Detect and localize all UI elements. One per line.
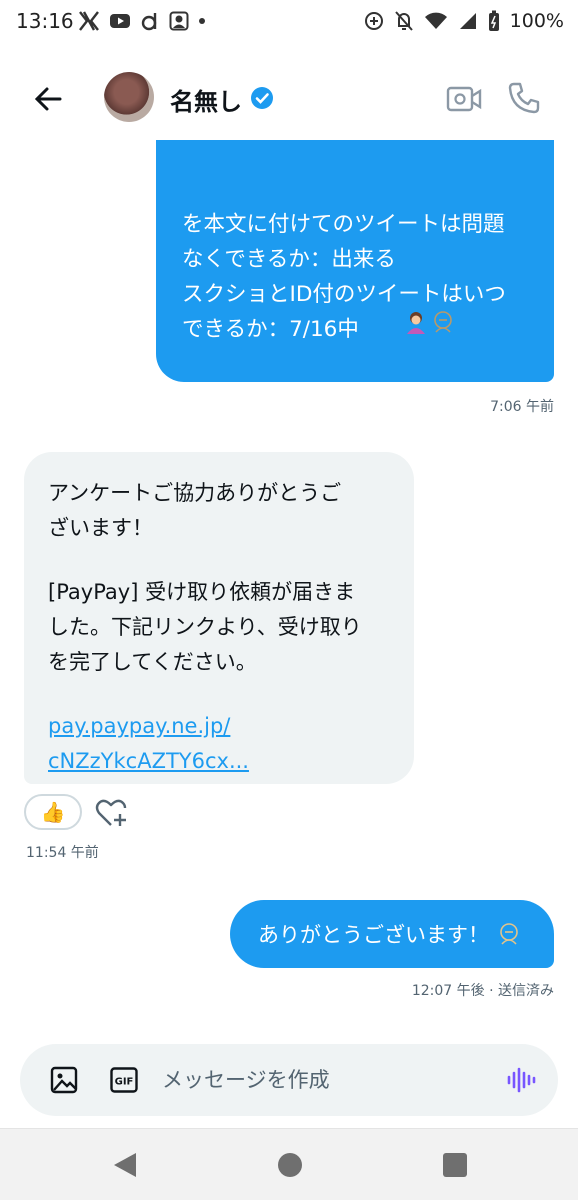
outgoing-message-bubble[interactable]: ありがとうございます！ xyxy=(230,900,554,968)
paypay-link[interactable]: pay.paypay.ne.jp/ cNZzYkcAZTY6cx... xyxy=(48,709,390,779)
conversation-header: 名無し xyxy=(0,56,578,140)
emoji-group xyxy=(405,310,455,334)
image-icon[interactable] xyxy=(50,1066,78,1094)
reaction-emoji: 👍 xyxy=(40,800,66,824)
x-icon xyxy=(79,11,99,31)
gif-icon[interactable]: GIF xyxy=(110,1067,138,1093)
mute-icon xyxy=(394,11,413,31)
bowing-face-emoji-icon xyxy=(500,923,518,945)
person-bowing-emoji-icon xyxy=(407,312,425,334)
message-timestamp: 11:54 午前 xyxy=(26,845,99,861)
phone-call-icon[interactable] xyxy=(506,80,542,116)
outgoing-message-bubble[interactable]: を本文に付けてのツイートは問題 なくできるか：出来る スクショとID付のツイート… xyxy=(156,140,554,447)
message-composer: GIF xyxy=(20,1044,558,1116)
message-list: を本文に付けてのツイートは問題 なくできるか：出来る スクショとID付のツイート… xyxy=(0,140,578,1040)
photo-icon xyxy=(169,11,189,31)
youtube-icon xyxy=(110,14,130,28)
message-text: ありがとうございます！ xyxy=(258,923,489,947)
message-status-timestamp: 12:07 午後 · 送信済み xyxy=(411,983,554,999)
message-text-paypay: [PayPay] 受け取り依頼が届きま した。下記リンクより、受け取り を完了し… xyxy=(48,580,362,674)
nav-back-icon[interactable] xyxy=(112,1151,138,1179)
battery-percent: 100% xyxy=(509,10,564,32)
d-app-icon xyxy=(141,13,157,31)
bowing-face-emoji-icon xyxy=(434,311,452,333)
system-status-icons: 100% xyxy=(364,8,564,34)
notification-icons xyxy=(78,8,206,34)
dm-conversation-screen: 13:16 100% 名無し を本文に付けてのツイートは問題 なくできるか：出来… xyxy=(0,0,578,1200)
verified-badge-icon xyxy=(251,87,273,109)
nav-home-icon[interactable] xyxy=(278,1153,302,1177)
message-input[interactable] xyxy=(162,1062,492,1098)
message-text-greeting: アンケートご協力ありがとうご ざいます！ xyxy=(48,481,342,540)
gif-label: GIF xyxy=(115,1077,134,1088)
incoming-message-bubble[interactable]: アンケートご協力ありがとうご ざいます！ [PayPay] 受け取り依頼が届きま… xyxy=(24,452,414,784)
voice-message-icon[interactable] xyxy=(506,1066,536,1094)
contact-name[interactable]: 名無し xyxy=(170,82,242,117)
message-text: を本文に付けてのツイートは問題 なくできるか：出来る スクショとID付のツイート… xyxy=(182,212,506,447)
contact-avatar[interactable] xyxy=(104,72,154,122)
message-timestamp: 7:06 午前 xyxy=(490,399,554,415)
status-bar: 13:16 100% xyxy=(0,0,578,44)
add-reaction-heart-icon[interactable] xyxy=(94,796,128,830)
status-time: 13:16 xyxy=(16,9,74,33)
video-call-icon[interactable] xyxy=(446,84,482,114)
notification-dot-icon xyxy=(199,18,205,24)
thumbs-up-reaction[interactable]: 👍 xyxy=(24,794,82,830)
nav-recents-icon[interactable] xyxy=(443,1153,467,1177)
signal-icon xyxy=(459,13,476,29)
data-saver-icon xyxy=(364,12,383,30)
battery-icon xyxy=(488,10,499,31)
system-navigation-bar xyxy=(0,1128,578,1200)
back-arrow-icon[interactable] xyxy=(30,80,68,118)
wifi-icon xyxy=(424,12,447,29)
